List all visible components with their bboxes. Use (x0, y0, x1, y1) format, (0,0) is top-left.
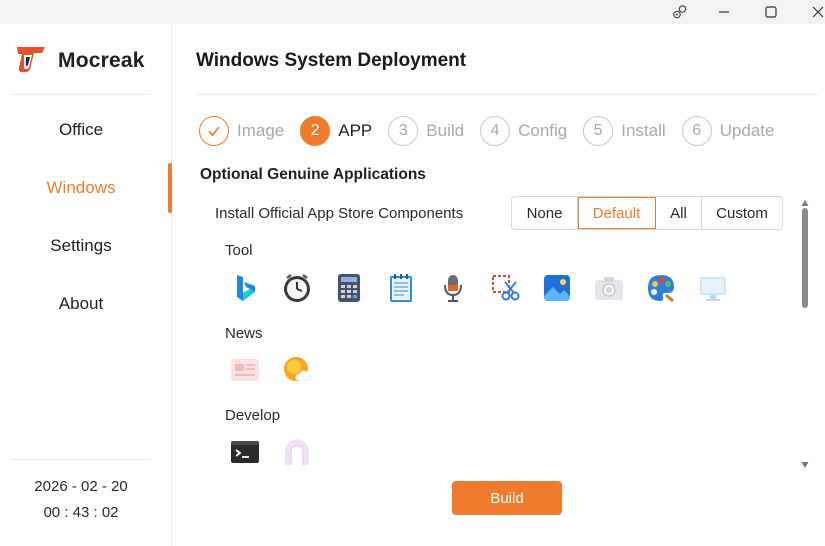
scroll-up-icon[interactable] (801, 194, 809, 206)
maximize-icon[interactable] (755, 0, 787, 24)
tool-icons (229, 272, 749, 304)
scroll-thumb[interactable] (802, 208, 808, 308)
voice-recorder-icon[interactable] (437, 272, 469, 304)
close-icon[interactable] (802, 0, 825, 24)
step-indicator: Image 2 APP 3 Build 4 Config 5 Install 6… (199, 116, 774, 146)
build-button[interactable]: Build (452, 481, 562, 515)
step-build[interactable]: 3 Build (388, 116, 464, 146)
step-label: Build (426, 121, 465, 140)
step-label: APP (338, 121, 373, 140)
step-number: 5 (583, 116, 614, 146)
sidebar-item-office[interactable]: Office (0, 110, 162, 150)
sidebar: Mocreak Office Windows Settings About 20… (0, 24, 172, 546)
header-divider (196, 94, 818, 95)
option-default-button[interactable]: Default (578, 197, 656, 229)
step-number: 2 (300, 116, 331, 146)
group-label-news: News (225, 325, 263, 342)
step-install[interactable]: 5 Install (583, 116, 666, 146)
photos-icon[interactable] (541, 272, 573, 304)
step-update[interactable]: 6 Update (681, 116, 775, 146)
news-icons (229, 354, 333, 386)
step-label: Config (518, 121, 568, 140)
active-indicator (168, 163, 172, 213)
check-icon (199, 116, 229, 146)
store-components-label: Install Official App Store Components (215, 205, 464, 222)
remote-desktop-icon[interactable] (697, 272, 729, 304)
store-option-selector: None Default All Custom (511, 196, 783, 230)
step-label: Install (621, 121, 666, 140)
title-bar (0, 0, 825, 24)
clock-icon[interactable] (281, 272, 313, 304)
step-label: Update (719, 121, 775, 140)
step-number: 4 (480, 116, 511, 146)
snipping-tool-icon[interactable] (489, 272, 521, 304)
step-label: Image (237, 121, 285, 140)
sidebar-divider (11, 459, 151, 460)
minimize-icon[interactable] (708, 0, 740, 24)
brand: Mocreak (16, 46, 145, 76)
option-custom-button[interactable]: Custom (702, 197, 782, 229)
weather-icon[interactable] (281, 354, 313, 386)
section-title: Optional Genuine Applications (200, 166, 426, 183)
date-display: 2026 - 02 - 20 (34, 478, 128, 495)
step-number: 3 (388, 116, 419, 146)
time-display: 00 : 43 : 02 (43, 504, 119, 521)
app-name: Mocreak (58, 49, 145, 72)
bing-icon[interactable] (229, 272, 261, 304)
notepad-icon[interactable] (385, 272, 417, 304)
page-title: Windows System Deployment (196, 50, 467, 71)
step-image[interactable]: Image (199, 116, 284, 146)
sidebar-divider (11, 94, 151, 95)
scrollbar[interactable] (799, 192, 811, 468)
news-icon[interactable] (229, 354, 261, 386)
terminal-icon[interactable] (229, 436, 261, 468)
develop-icons (229, 436, 333, 468)
paint-icon[interactable] (645, 272, 677, 304)
mocreak-logo-icon (16, 45, 46, 78)
step-app[interactable]: 2 APP (300, 116, 372, 146)
step-number: 6 (681, 116, 712, 146)
scroll-down-icon[interactable] (801, 456, 809, 468)
feedback-icon[interactable] (664, 0, 696, 24)
sidebar-item-about[interactable]: About (0, 284, 162, 324)
option-all-button[interactable]: All (656, 197, 702, 229)
calculator-icon[interactable] (333, 272, 365, 304)
dev-home-icon[interactable] (281, 436, 313, 468)
option-none-button[interactable]: None (512, 197, 578, 229)
sidebar-item-windows[interactable]: Windows (0, 168, 162, 208)
sidebar-item-settings[interactable]: Settings (0, 226, 162, 266)
camera-icon[interactable] (593, 272, 625, 304)
step-config[interactable]: 4 Config (480, 116, 567, 146)
group-label-develop: Develop (225, 407, 281, 424)
group-label-tool: Tool (225, 242, 253, 259)
